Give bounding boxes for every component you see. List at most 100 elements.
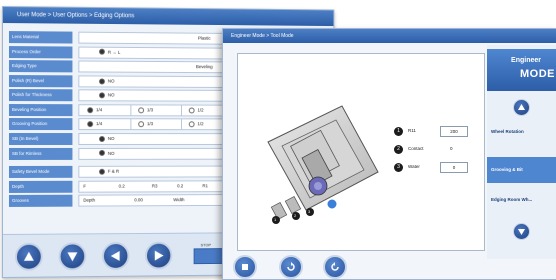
option-label: Edging Type <box>8 60 73 73</box>
radio-sb-rimless-no[interactable]: NO <box>99 149 114 159</box>
mode-header: Engineer MODE <box>487 49 556 91</box>
depth-value-input[interactable]: 0.2 <box>177 181 183 191</box>
machine-diagram-panel: 1 2 3 1 R11 200 2 Contact 0 3 Water 0 <box>237 53 485 251</box>
stop-icon <box>242 264 248 270</box>
option-label: Grooves <box>8 194 73 208</box>
mode-sidebar: Engineer MODE Wheel Rotation Grooving & … <box>487 45 556 259</box>
radio-dot <box>99 92 105 99</box>
radio-label: NO <box>107 78 115 84</box>
window-title-bar: User Mode > User Options > Edging Option… <box>2 7 334 27</box>
mode-title-engineer: Engineer <box>511 57 541 64</box>
arrow-up-icon <box>23 252 34 262</box>
right-button[interactable] <box>145 241 173 270</box>
radio-dot <box>138 107 145 114</box>
menu-scroll-down-button[interactable] <box>513 223 530 240</box>
menu-item-wheel-rotation[interactable]: Wheel Rotation <box>487 119 556 145</box>
param-label: R11 <box>408 128 416 133</box>
stop-circle-button[interactable] <box>233 255 257 279</box>
option-label: Polish for Thickness <box>8 89 73 102</box>
left-button[interactable] <box>101 242 130 270</box>
radio-beveling-1[interactable]: 1/4 <box>87 105 102 115</box>
radio-label: 1/3 <box>146 107 154 113</box>
radio-label: NO <box>107 150 115 156</box>
stop-label: STOP <box>200 242 212 248</box>
arrow-left-icon <box>110 250 120 261</box>
menu-item-grooving-bit[interactable]: Grooving & Bit <box>487 157 556 183</box>
grooves-depth-input[interactable]: 0.00 <box>134 196 143 206</box>
machine-callout-2: 2 <box>294 213 297 218</box>
param-number: 3 <box>394 163 403 172</box>
radio-polish-thickness-no[interactable]: NO <box>99 91 114 101</box>
param-label: Water <box>408 164 420 169</box>
down-button[interactable] <box>58 242 87 271</box>
radio-dot <box>99 49 105 56</box>
divider <box>181 105 183 116</box>
water-value-input[interactable]: 0 <box>440 162 468 173</box>
option-label: Grooving Position <box>8 118 73 131</box>
r11-value-input[interactable]: 200 <box>440 126 468 137</box>
edger-machine-illustration <box>267 105 379 224</box>
option-label: Lens Material <box>8 31 73 44</box>
radio-label: 1/4 <box>96 107 103 113</box>
depth-value-input[interactable]: 0.2 <box>119 181 125 191</box>
divider <box>181 119 183 130</box>
radio-label: 1/4 <box>96 121 103 127</box>
radio-dot <box>188 121 195 128</box>
param-number: 1 <box>394 127 403 136</box>
contact-value: 0 <box>450 146 453 151</box>
arrow-right-icon <box>154 250 164 261</box>
window-title-bar: Engineer Mode > Tool Mode <box>223 29 556 43</box>
radio-label: F & R <box>107 168 120 174</box>
rotate-ccw-icon <box>287 262 295 271</box>
option-label: Polish (R) Bevel <box>8 74 73 88</box>
radio-beveling-2[interactable]: 1/3 <box>138 105 153 115</box>
engineer-mode-window: Engineer Mode > Tool Mode 1 2 3 1 R11 20… <box>222 28 556 280</box>
chevron-down-icon <box>518 229 525 235</box>
radio-dot <box>138 121 145 128</box>
chevron-up-icon <box>518 104 525 110</box>
param-number: 2 <box>394 145 403 154</box>
menu-scroll-up-button[interactable] <box>513 99 530 116</box>
radio-label: R → L <box>107 49 121 55</box>
machine-callout-1: 1 <box>274 217 277 222</box>
radio-grooving-2[interactable]: 1/3 <box>138 120 153 130</box>
arrow-down-icon <box>67 252 78 262</box>
menu-item-edging-room[interactable]: Edging Room Wh... <box>487 187 556 213</box>
radio-polish-bevel-no[interactable]: NO <box>99 76 114 86</box>
radio-label: 1/2 <box>197 107 204 113</box>
radio-grooving-3[interactable]: 1/2 <box>188 120 204 130</box>
param-label: Contact <box>408 146 424 151</box>
rotate-cw-icon <box>331 262 339 271</box>
radio-label: NO <box>107 92 115 98</box>
radio-dot <box>99 150 105 157</box>
radio-dot <box>99 135 105 142</box>
depth-cell-label: F <box>83 183 86 189</box>
front-navigation-bar <box>223 255 487 279</box>
radio-dot <box>99 168 105 175</box>
radio-dot <box>99 78 105 85</box>
radio-dot <box>188 107 195 114</box>
radio-safety-fr[interactable]: F & R <box>99 167 119 177</box>
divider <box>130 105 132 116</box>
rotate-left-button[interactable] <box>279 255 303 279</box>
radio-process-order-1[interactable]: R → L <box>99 47 120 57</box>
depth-cell-label: R3 <box>151 183 158 189</box>
option-label: Depth <box>8 180 73 193</box>
radio-grooving-1[interactable]: 1/4 <box>87 120 102 130</box>
radio-dot <box>87 121 94 128</box>
grooves-cell-label: Width <box>173 197 185 203</box>
grooves-cell-label: Depth <box>83 197 96 203</box>
option-label: SB for Rimless <box>8 147 73 160</box>
up-button[interactable] <box>14 242 43 271</box>
option-label: Safety Bevel Mode <box>8 165 73 178</box>
rotate-right-button[interactable] <box>323 255 347 279</box>
radio-dot <box>87 106 94 113</box>
option-label: SB (In Bevel) <box>8 133 73 146</box>
mode-title-mode: MODE <box>520 68 555 80</box>
depth-cell-label: R1 <box>202 182 208 188</box>
radio-sb-bevel-no[interactable]: NO <box>99 134 114 144</box>
radio-beveling-3[interactable]: 1/2 <box>188 105 204 115</box>
option-label: Beveling Position <box>8 103 73 117</box>
option-label: Process Order <box>8 45 73 59</box>
radio-label: NO <box>107 136 115 142</box>
